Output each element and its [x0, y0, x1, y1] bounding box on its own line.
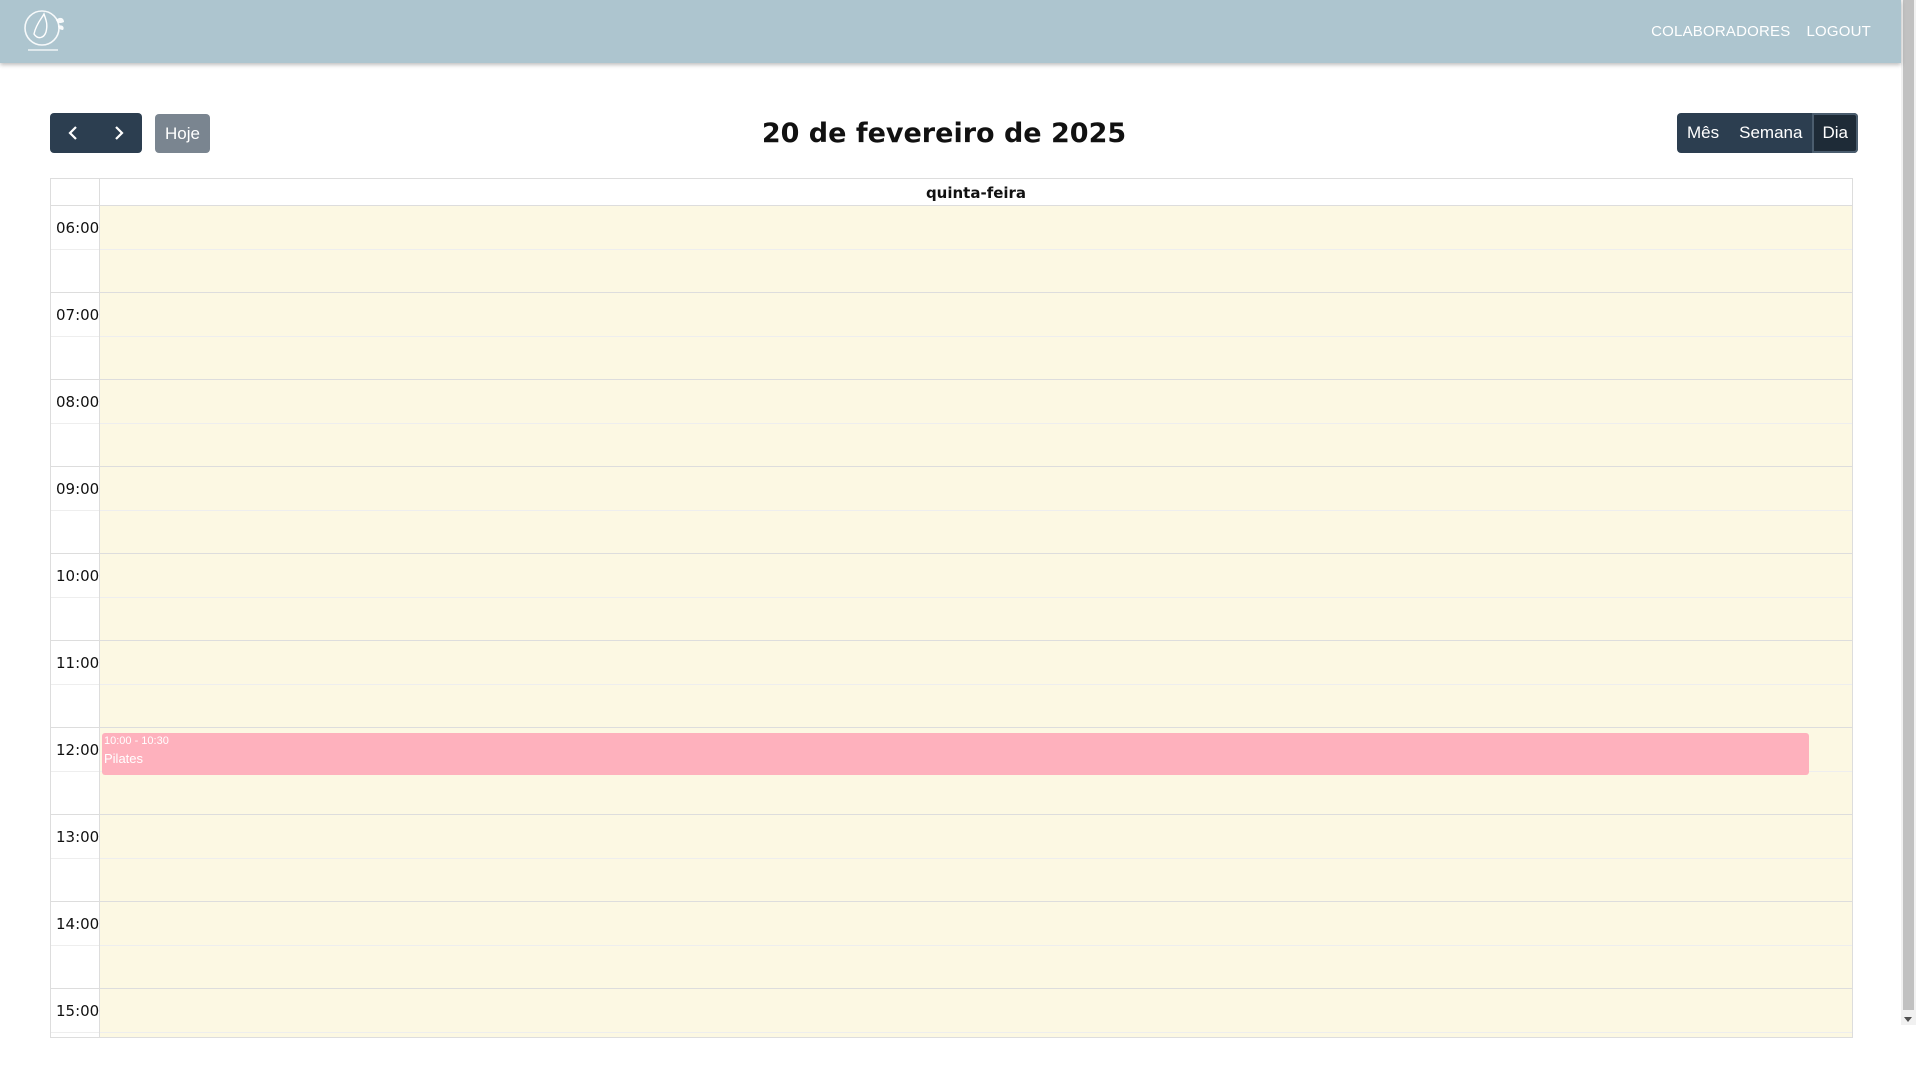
hour-cell[interactable]: [100, 988, 1852, 1075]
day-header: quinta-feira: [925, 184, 1027, 202]
time-label: 10:00: [56, 567, 100, 585]
view-day-button[interactable]: Dia: [1812, 113, 1858, 153]
view-month-button[interactable]: Mês: [1677, 113, 1730, 153]
time-label: 14:00: [56, 915, 100, 933]
hour-cell[interactable]: [100, 292, 1852, 379]
brand-logo[interactable]: [22, 6, 68, 56]
time-slot: 15:00: [51, 988, 99, 1075]
time-label: 08:00: [56, 393, 100, 411]
nav-link-colaboradores[interactable]: COLABORADORES: [1651, 23, 1790, 40]
event-title: Pilates: [104, 751, 144, 766]
view-switcher: Mês Semana Dia: [1677, 113, 1858, 153]
time-slot: 09:00: [51, 466, 99, 553]
hour-cell[interactable]: [100, 466, 1852, 553]
time-label: 12:00: [56, 741, 100, 759]
time-label: 13:00: [56, 828, 100, 846]
time-label: 11:00: [56, 654, 100, 672]
time-slot: 14:00: [51, 901, 99, 988]
day-calendar: quinta-feira 06:00 07:00 08:00 09:00 10:…: [50, 178, 1853, 1038]
time-slot: 11:00: [51, 640, 99, 727]
hour-cell[interactable]: [100, 901, 1852, 988]
top-navbar: COLABORADORES LOGOUT: [0, 0, 1901, 63]
hour-cell[interactable]: [100, 553, 1852, 640]
time-label: 06:00: [56, 219, 100, 237]
nav-links: COLABORADORES LOGOUT: [1651, 0, 1871, 63]
hour-cell[interactable]: [100, 205, 1852, 292]
scroll-down-icon[interactable]: [1904, 1017, 1912, 1022]
time-slot: 08:00: [51, 379, 99, 466]
event-pilates[interactable]: 10:00 - 10:30 Pilates: [102, 733, 1809, 775]
time-slot: 13:00: [51, 814, 99, 901]
view-week-button[interactable]: Semana: [1729, 113, 1813, 153]
time-slot: 06:00: [51, 205, 99, 292]
time-slot: 12:00: [51, 727, 99, 814]
time-axis: 06:00 07:00 08:00 09:00 10:00 11:00 12:0…: [51, 205, 100, 1037]
axis-header-cell: [51, 179, 100, 205]
page-scrollbar[interactable]: [1901, 0, 1916, 1025]
hour-cell[interactable]: [100, 814, 1852, 901]
time-label: 09:00: [56, 480, 100, 498]
event-time: 10:00 - 10:30: [104, 735, 169, 747]
time-label: 15:00: [56, 1002, 100, 1020]
hour-cell[interactable]: [100, 379, 1852, 466]
calendar-header: quinta-feira: [51, 179, 1852, 206]
calendar-title: 20 de fevereiro de 2025: [761, 118, 1127, 149]
time-slot: 07:00: [51, 292, 99, 379]
nav-link-logout[interactable]: LOGOUT: [1806, 23, 1871, 40]
scrollbar-thumb[interactable]: [1903, 0, 1914, 1010]
day-column[interactable]: [100, 205, 1852, 1037]
time-slot: 10:00: [51, 553, 99, 640]
hour-cell[interactable]: [100, 640, 1852, 727]
time-label: 07:00: [56, 306, 100, 324]
